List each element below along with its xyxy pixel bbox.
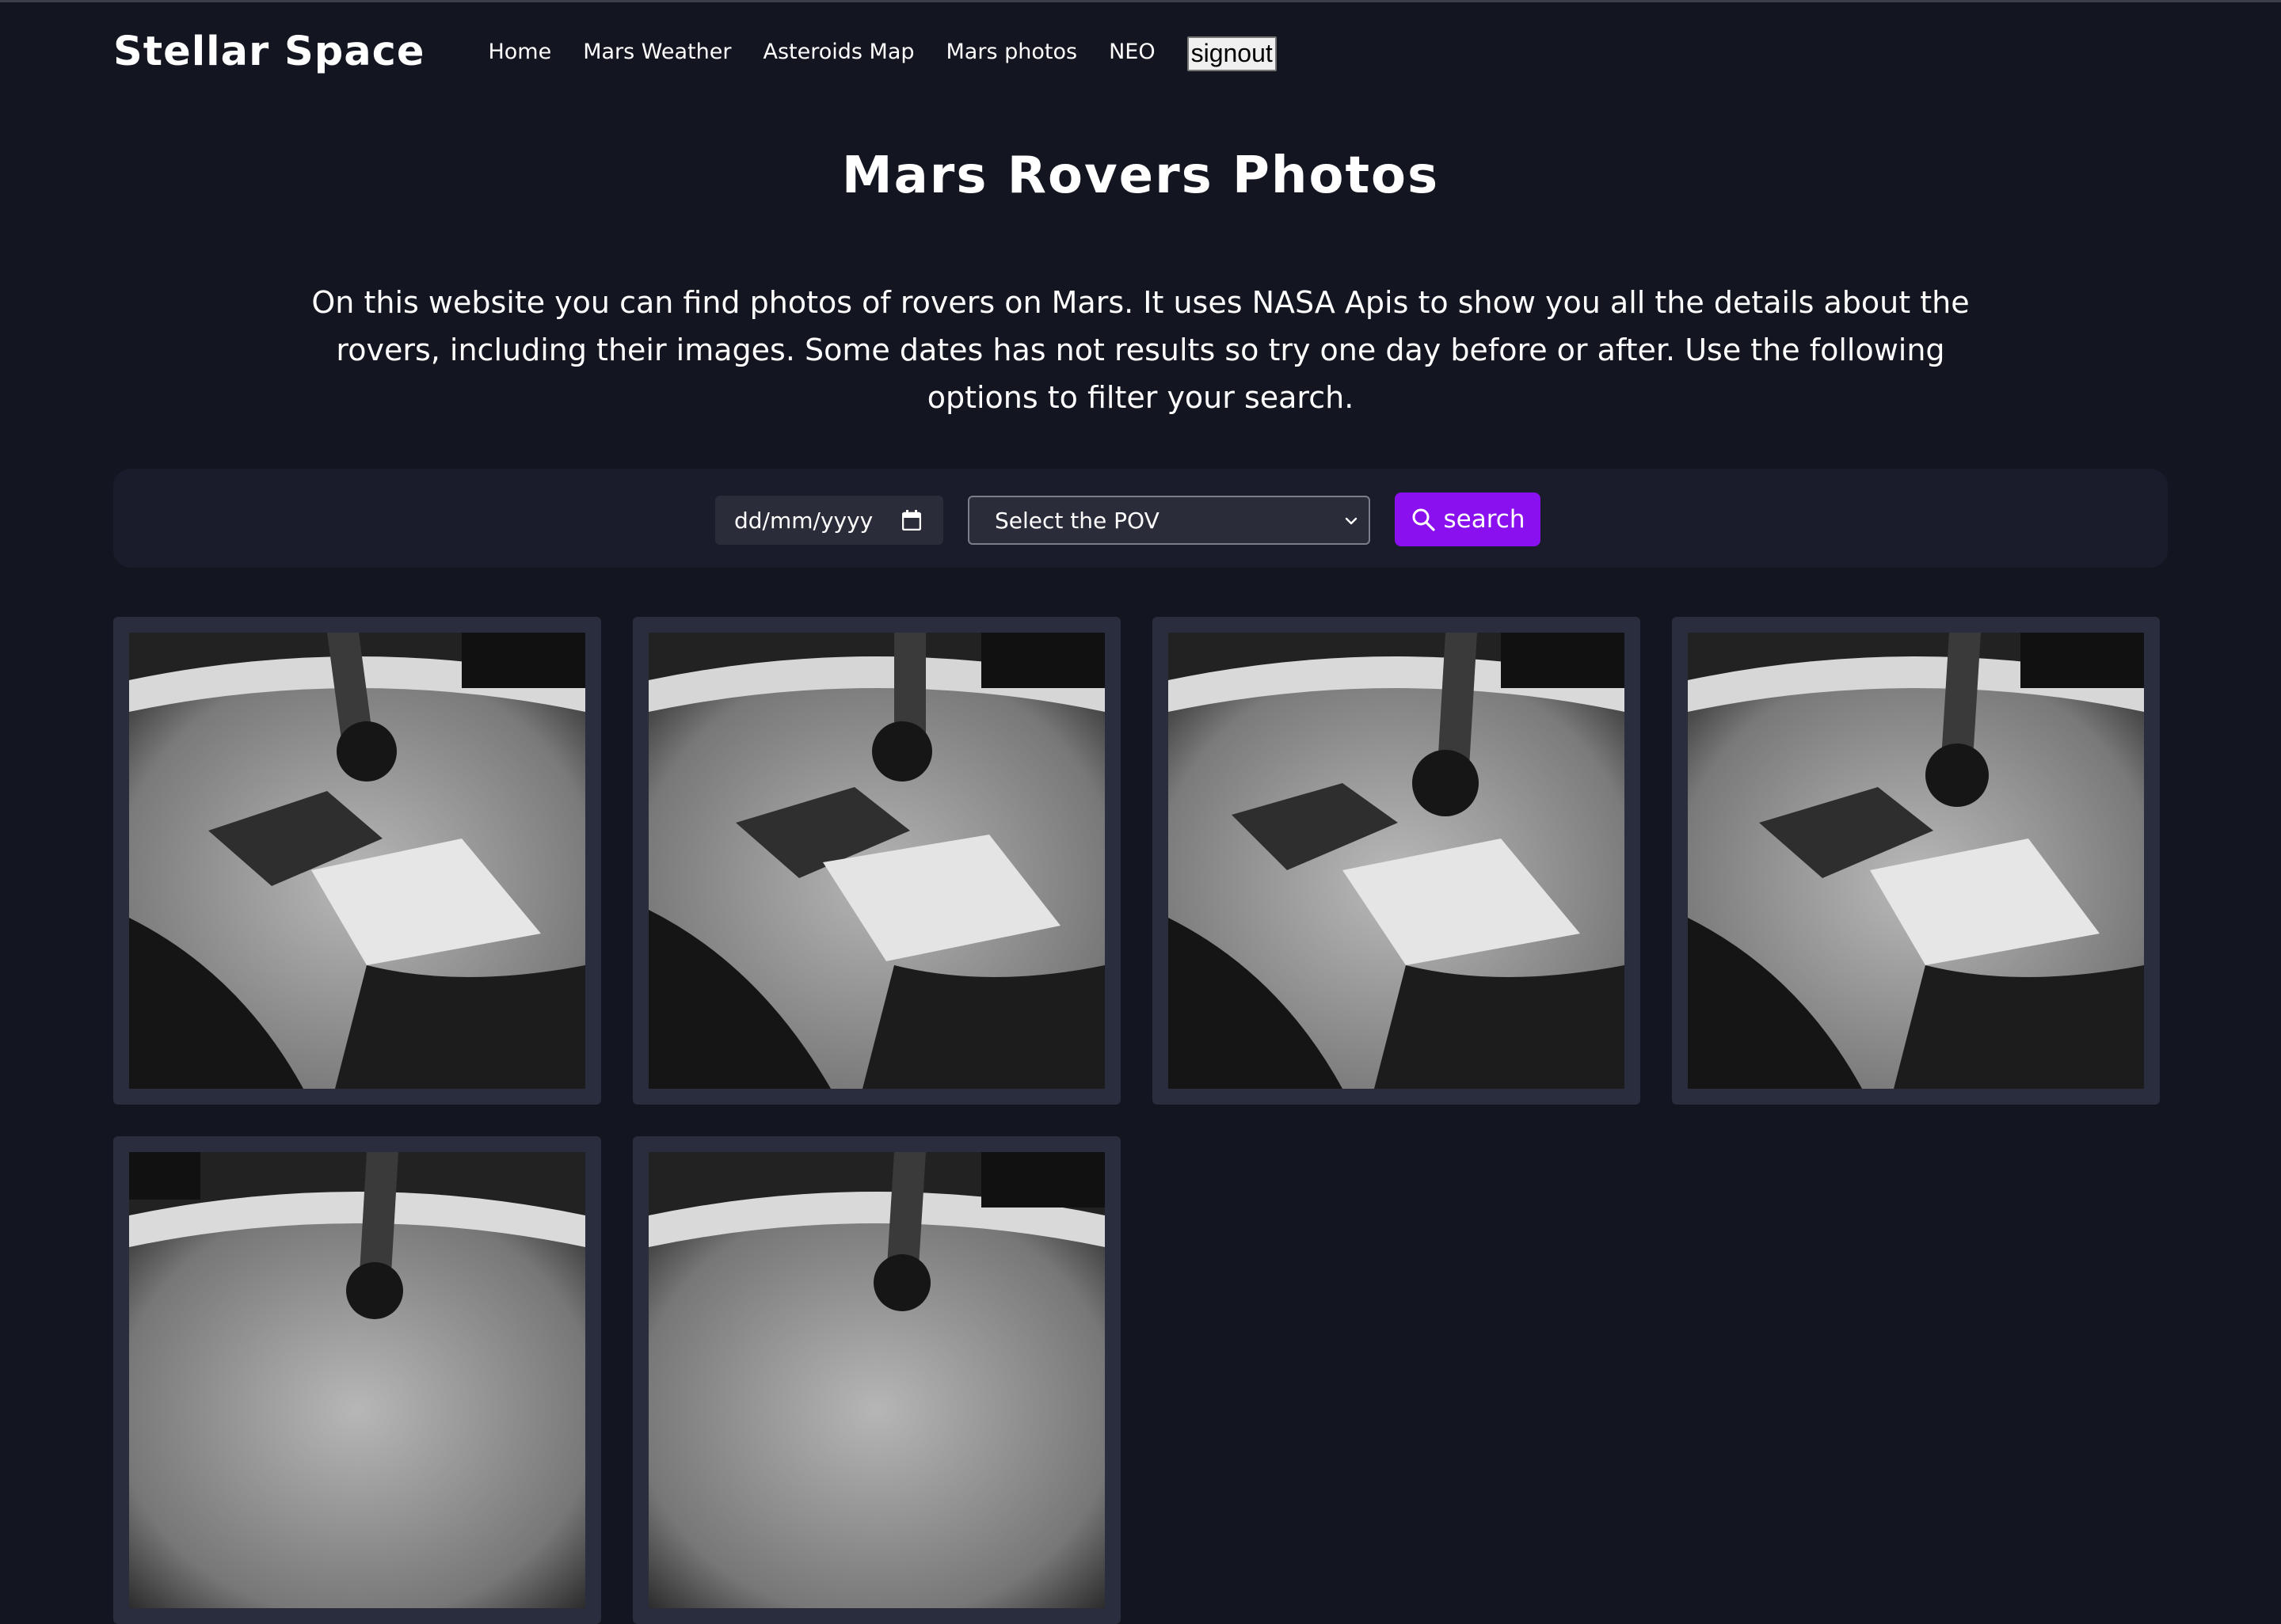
rover-photo[interactable] (649, 1152, 1105, 1608)
rover-photo[interactable] (1168, 633, 1624, 1089)
nav-neo[interactable]: NEO (1109, 41, 1156, 63)
navbar: Stellar Space Home Mars Weather Asteroid… (113, 24, 1277, 79)
search-label: search (1443, 505, 1525, 534)
photo-card[interactable] (1152, 617, 1640, 1105)
photo-card[interactable] (633, 1136, 1121, 1624)
photo-card[interactable] (113, 617, 601, 1105)
search-icon (1412, 508, 1435, 531)
filter-bar: dd/mm/yyyy Select the POV search (113, 469, 2168, 568)
calendar-icon[interactable] (902, 510, 921, 531)
nav-mars-weather[interactable]: Mars Weather (583, 41, 731, 63)
photo-card[interactable] (1672, 617, 2160, 1105)
signout-button[interactable]: signout (1186, 36, 1277, 72)
nav-home[interactable]: Home (488, 41, 551, 63)
photo-card[interactable] (113, 1136, 601, 1624)
brand-logo[interactable]: Stellar Space (113, 32, 425, 72)
pov-selected-value: Select the POV (995, 507, 1160, 534)
search-button[interactable]: search (1395, 493, 1540, 546)
rover-photo[interactable] (129, 1152, 585, 1608)
page-description: On this website you can find photos of r… (311, 285, 1970, 415)
nav-asteroids-map[interactable]: Asteroids Map (763, 41, 914, 63)
rover-photo[interactable] (129, 633, 585, 1089)
date-input[interactable]: dd/mm/yyyy (715, 496, 943, 545)
nav-mars-photos[interactable]: Mars photos (946, 41, 1078, 63)
page-title: Mars Rovers Photos (841, 146, 1440, 205)
chevron-down-icon (1345, 517, 1358, 525)
photo-card[interactable] (633, 617, 1121, 1105)
rover-photo[interactable] (1688, 633, 2144, 1089)
rover-photo[interactable] (649, 633, 1105, 1089)
nav-links: Home Mars Weather Asteroids Map Mars pho… (488, 32, 1277, 72)
date-placeholder: dd/mm/yyyy (734, 507, 874, 534)
window-top-border (0, 0, 2281, 2)
pov-select[interactable]: Select the POV (968, 496, 1370, 545)
